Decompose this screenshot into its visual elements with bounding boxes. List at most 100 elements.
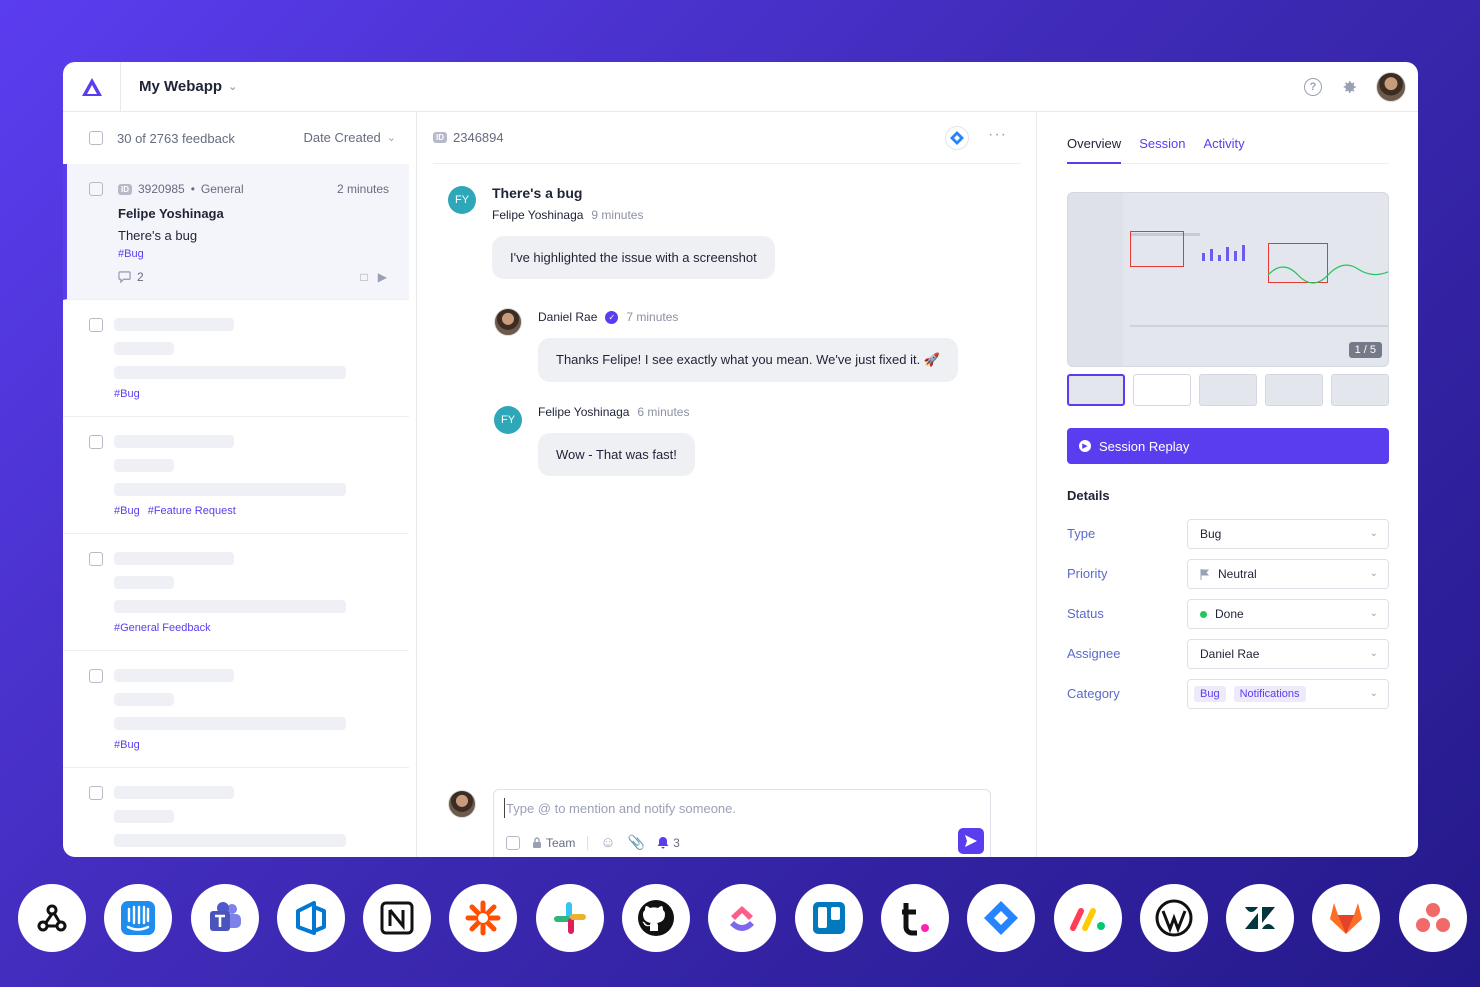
list-item[interactable]: #Bug #Feature Request xyxy=(63,417,409,534)
feedback-list-panel: 30 of 2763 feedback Date Created ⌄ ID 392… xyxy=(63,112,417,857)
screenshot-icon: □ xyxy=(360,270,368,284)
team-visibility[interactable]: Team xyxy=(532,836,575,850)
list-item[interactable]: #Bug xyxy=(63,651,409,768)
item-tag[interactable]: #Feature Request xyxy=(148,505,236,517)
author-name: Daniel Rae xyxy=(538,310,598,324)
user-avatar[interactable] xyxy=(1376,72,1406,102)
teams-icon[interactable] xyxy=(190,884,259,952)
chevron-down-icon: ⌄ xyxy=(1369,528,1378,539)
help-icon[interactable]: ? xyxy=(1304,78,1322,96)
gear-icon[interactable] xyxy=(1340,78,1358,96)
emoji-icon[interactable]: ☺ xyxy=(600,834,615,851)
thumbnail[interactable] xyxy=(1331,374,1389,406)
send-button[interactable] xyxy=(958,828,984,854)
category-chip[interactable]: Bug xyxy=(1194,686,1226,702)
screenshot-preview[interactable]: 1 / 5 xyxy=(1067,192,1389,367)
message-input[interactable] xyxy=(504,798,974,818)
tab-overview[interactable]: Overview xyxy=(1067,112,1122,164)
list-item[interactable]: ID 3920985 • General 2 minutes Felipe Yo… xyxy=(63,164,409,300)
notify-button[interactable]: 3 xyxy=(657,836,680,850)
status-dot-icon xyxy=(1200,610,1207,618)
screenshot-thumbnails xyxy=(1067,374,1389,406)
trello-icon[interactable] xyxy=(794,884,863,952)
priority-field: Priority Neutral ⌄ xyxy=(1067,559,1389,589)
priority-select[interactable]: Neutral ⌄ xyxy=(1187,559,1389,589)
skeleton-line xyxy=(114,576,174,589)
thumbnail[interactable] xyxy=(1133,374,1191,406)
integrations-row xyxy=(18,884,1467,952)
thumbnail[interactable] xyxy=(1067,374,1125,406)
id-icon: ID xyxy=(433,132,447,143)
feedback-id-value: 2346894 xyxy=(453,130,504,145)
jira-icon[interactable] xyxy=(967,884,1036,952)
item-checkbox[interactable] xyxy=(89,435,103,449)
notion-icon[interactable] xyxy=(363,884,432,952)
internal-note-checkbox[interactable] xyxy=(506,835,520,850)
more-options-icon[interactable]: ··· xyxy=(988,126,1007,144)
type-select[interactable]: Bug ⌄ xyxy=(1187,519,1389,549)
item-checkbox[interactable] xyxy=(89,182,103,196)
intercom-icon[interactable] xyxy=(104,884,173,952)
conversation-panel: ID 2346894 ··· FY There's a bug Felipe Y… xyxy=(418,112,1037,857)
feedback-id: ID 2346894 xyxy=(433,130,504,145)
skeleton-line xyxy=(114,552,234,565)
item-tag[interactable]: #General Feedback xyxy=(114,622,211,634)
author-name: Felipe Yoshinaga xyxy=(538,405,630,419)
assignee-field: Assignee Daniel Rae ⌄ xyxy=(1067,639,1389,669)
status-select[interactable]: Done ⌄ xyxy=(1187,599,1389,629)
github-icon[interactable] xyxy=(622,884,691,952)
webhook-icon[interactable] xyxy=(18,884,86,952)
skeleton-line xyxy=(114,483,346,496)
details-panel: Overview Session Activity 1 / 5 ▶ Sessio xyxy=(1038,112,1418,857)
sort-dropdown[interactable]: Date Created ⌄ xyxy=(303,130,396,145)
skeleton-line xyxy=(114,459,174,472)
item-tag[interactable]: #Bug xyxy=(114,388,140,400)
item-checkbox[interactable] xyxy=(89,786,103,800)
session-replay-button[interactable]: ▶ Session Replay xyxy=(1067,428,1389,464)
priority-label: Priority xyxy=(1067,566,1108,581)
thumbnail[interactable] xyxy=(1265,374,1323,406)
gitlab-icon[interactable] xyxy=(1312,884,1381,952)
list-item[interactable]: #Bug xyxy=(63,300,409,417)
item-checkbox[interactable] xyxy=(89,552,103,566)
item-tag[interactable]: #Bug xyxy=(118,248,144,260)
tab-activity[interactable]: Activity xyxy=(1203,112,1244,163)
list-item[interactable]: #General Feedback xyxy=(63,534,409,651)
assignee-select[interactable]: Daniel Rae ⌄ xyxy=(1187,639,1389,669)
skeleton-line xyxy=(114,366,346,379)
zendesk-icon[interactable] xyxy=(1226,884,1295,952)
wordpress-icon[interactable] xyxy=(1139,884,1208,952)
thumbnail[interactable] xyxy=(1199,374,1257,406)
azure-devops-icon[interactable] xyxy=(276,884,345,952)
item-tag[interactable]: #Bug xyxy=(114,505,140,517)
sort-label: Date Created xyxy=(303,130,381,145)
monday-icon[interactable] xyxy=(1053,884,1122,952)
screenshot-pager: 1 / 5 xyxy=(1348,342,1382,358)
avatar: FY xyxy=(494,406,522,434)
skeleton-line xyxy=(114,786,234,799)
select-all-checkbox[interactable] xyxy=(89,131,103,145)
category-select[interactable]: Bug Notifications ⌄ xyxy=(1187,679,1389,709)
item-tag[interactable]: #Bug xyxy=(114,739,140,751)
logo[interactable] xyxy=(63,62,121,112)
asana-icon[interactable] xyxy=(1398,884,1467,952)
slack-icon[interactable] xyxy=(535,884,604,952)
category-chip[interactable]: Notifications xyxy=(1233,686,1306,702)
list-item[interactable] xyxy=(63,768,409,857)
skeleton-line xyxy=(114,669,234,682)
message-bubble: I've highlighted the issue with a screen… xyxy=(492,236,775,279)
tab-session[interactable]: Session xyxy=(1139,112,1185,163)
avatar: FY xyxy=(448,186,476,214)
item-checkbox[interactable] xyxy=(89,669,103,683)
clickup-icon[interactable] xyxy=(708,884,777,952)
teamwork-icon[interactable] xyxy=(880,884,949,952)
item-meta: ID 3920985 • General xyxy=(118,182,244,196)
author-name: Felipe Yoshinaga xyxy=(492,208,584,222)
jira-icon[interactable] xyxy=(945,126,969,150)
item-checkbox[interactable] xyxy=(89,318,103,332)
project-selector[interactable]: My Webapp ⌄ xyxy=(139,78,237,95)
attachment-icon[interactable]: 📎 xyxy=(628,834,645,851)
chevron-down-icon: ⌄ xyxy=(386,132,396,144)
chevron-down-icon: ⌄ xyxy=(228,81,238,93)
zapier-icon[interactable] xyxy=(449,884,518,952)
